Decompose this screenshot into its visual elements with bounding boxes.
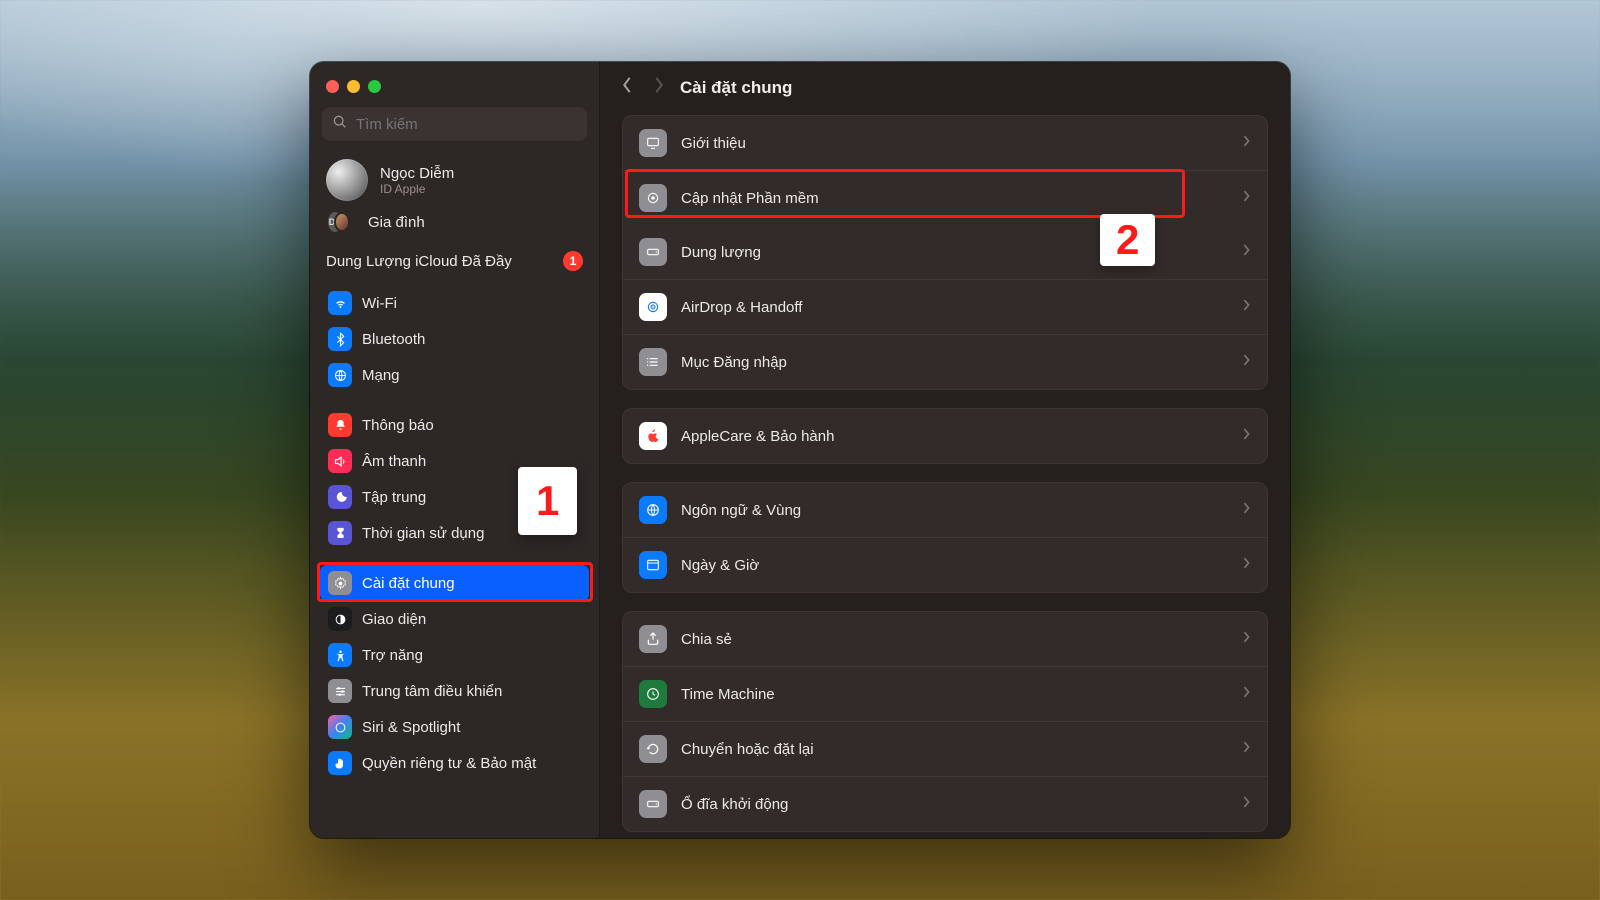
sidebar-item-sound[interactable]: Âm thanh xyxy=(320,443,589,479)
list-icon xyxy=(639,348,667,376)
row-storage[interactable]: Dung lượng xyxy=(623,225,1267,279)
chevron-right-icon xyxy=(1242,189,1251,207)
chevron-right-icon xyxy=(1242,630,1251,648)
sidebar-nav: Wi-Fi Bluetooth Mạng Thông báo Âm thanh … xyxy=(320,285,589,793)
row-applecare[interactable]: AppleCare & Bảo hành xyxy=(623,409,1267,463)
chevron-right-icon xyxy=(1242,427,1251,445)
chevron-right-icon xyxy=(1242,353,1251,371)
speaker-icon xyxy=(328,449,352,473)
chevron-right-icon xyxy=(1242,795,1251,813)
panel-1: Giới thiệu Cập nhật Phần mềm Dung lượng … xyxy=(622,115,1268,390)
sidebar-item-focus[interactable]: Tập trung xyxy=(320,479,589,515)
chevron-right-icon xyxy=(1242,501,1251,519)
sidebar-item-general[interactable]: Cài đặt chung xyxy=(320,565,589,601)
sidebar-item-wifi[interactable]: Wi-Fi xyxy=(320,285,589,321)
row-sharing[interactable]: Chia sẻ xyxy=(623,612,1267,666)
bell-icon xyxy=(328,413,352,437)
minimize-window-button[interactable] xyxy=(347,80,360,93)
storage-text: Dung Lượng iCloud Đã Đầy xyxy=(326,253,512,270)
content: Giới thiệu Cập nhật Phần mềm Dung lượng … xyxy=(600,111,1290,838)
moon-icon xyxy=(328,485,352,509)
accessibility-icon xyxy=(328,643,352,667)
appearance-icon xyxy=(328,607,352,631)
search-icon xyxy=(332,114,348,135)
main-pane: Cài đặt chung Giới thiệu Cập nhật Phần m… xyxy=(600,62,1290,838)
sidebar-item-appearance[interactable]: Giao diện xyxy=(320,601,589,637)
row-about[interactable]: Giới thiệu xyxy=(623,116,1267,170)
sidebar: Ngọc Diễm ID Apple DC Gia đình Dung Lượn… xyxy=(310,62,600,838)
apple-icon xyxy=(639,422,667,450)
search-input[interactable] xyxy=(356,116,577,133)
row-language-region[interactable]: Ngôn ngữ & Vùng xyxy=(623,483,1267,537)
sidebar-item-bluetooth[interactable]: Bluetooth xyxy=(320,321,589,357)
sliders-icon xyxy=(328,679,352,703)
account-name: Ngọc Diễm xyxy=(380,165,454,182)
sidebar-item-screentime[interactable]: Thời gian sử dụng xyxy=(320,515,589,551)
sidebar-item-siri[interactable]: Siri & Spotlight xyxy=(320,709,589,745)
close-window-button[interactable] xyxy=(326,80,339,93)
storage-badge: 1 xyxy=(563,251,583,271)
gear-badge-icon xyxy=(639,184,667,212)
sidebar-item-accessibility[interactable]: Trợ năng xyxy=(320,637,589,673)
chevron-right-icon xyxy=(1242,298,1251,316)
reset-icon xyxy=(639,735,667,763)
family-label: Gia đình xyxy=(368,214,425,231)
hourglass-icon xyxy=(328,521,352,545)
icloud-storage-row[interactable]: Dung Lượng iCloud Đã Đầy 1 xyxy=(320,245,589,285)
chevron-right-icon xyxy=(1242,556,1251,574)
airdrop-icon xyxy=(639,293,667,321)
avatar xyxy=(326,159,368,201)
siri-icon xyxy=(328,715,352,739)
chevron-right-icon xyxy=(1242,685,1251,703)
row-startup-disk[interactable]: Ổ đĩa khởi động xyxy=(623,776,1267,831)
globe-icon xyxy=(639,496,667,524)
sidebar-item-network[interactable]: Mạng xyxy=(320,357,589,393)
panel-2: AppleCare & Bảo hành xyxy=(622,408,1268,464)
family-icon: DC xyxy=(326,211,356,233)
row-time-machine[interactable]: Time Machine xyxy=(623,666,1267,721)
row-login-items[interactable]: Mục Đăng nhập xyxy=(623,334,1267,389)
settings-window: Ngọc Diễm ID Apple DC Gia đình Dung Lượn… xyxy=(310,62,1290,838)
family-row[interactable]: DC Gia đình xyxy=(320,211,589,245)
search-field[interactable] xyxy=(322,107,587,141)
window-controls xyxy=(320,76,589,107)
chevron-right-icon xyxy=(1242,243,1251,261)
gear-icon xyxy=(328,571,352,595)
monitor-icon xyxy=(639,129,667,157)
chevron-right-icon xyxy=(1242,740,1251,758)
fullscreen-window-button[interactable] xyxy=(368,80,381,93)
hand-icon xyxy=(328,751,352,775)
panel-3: Ngôn ngữ & Vùng Ngày & Giờ xyxy=(622,482,1268,593)
sidebar-item-notifications[interactable]: Thông báo xyxy=(320,407,589,443)
back-button[interactable] xyxy=(620,76,634,99)
forward-button xyxy=(652,76,666,99)
globe-icon xyxy=(328,363,352,387)
bluetooth-icon xyxy=(328,327,352,351)
chevron-right-icon xyxy=(1242,134,1251,152)
clock-arrow-icon xyxy=(639,680,667,708)
row-software-update[interactable]: Cập nhật Phần mềm xyxy=(623,170,1267,225)
sidebar-item-controlcenter[interactable]: Trung tâm điều khiển xyxy=(320,673,589,709)
row-airdrop[interactable]: AirDrop & Handoff xyxy=(623,279,1267,334)
page-title: Cài đặt chung xyxy=(680,78,792,98)
share-icon xyxy=(639,625,667,653)
account-sub: ID Apple xyxy=(380,182,454,196)
calendar-clock-icon xyxy=(639,551,667,579)
titlebar: Cài đặt chung xyxy=(600,62,1290,111)
wifi-icon xyxy=(328,291,352,315)
row-date-time[interactable]: Ngày & Giờ xyxy=(623,537,1267,592)
row-transfer-reset[interactable]: Chuyển hoặc đặt lại xyxy=(623,721,1267,776)
panel-4: Chia sẻ Time Machine Chuyển hoặc đặt lại… xyxy=(622,611,1268,832)
drive-icon xyxy=(639,790,667,818)
disk-icon xyxy=(639,238,667,266)
apple-id-row[interactable]: Ngọc Diễm ID Apple xyxy=(320,155,589,211)
sidebar-item-privacy[interactable]: Quyền riêng tư & Bảo mật xyxy=(320,745,589,781)
